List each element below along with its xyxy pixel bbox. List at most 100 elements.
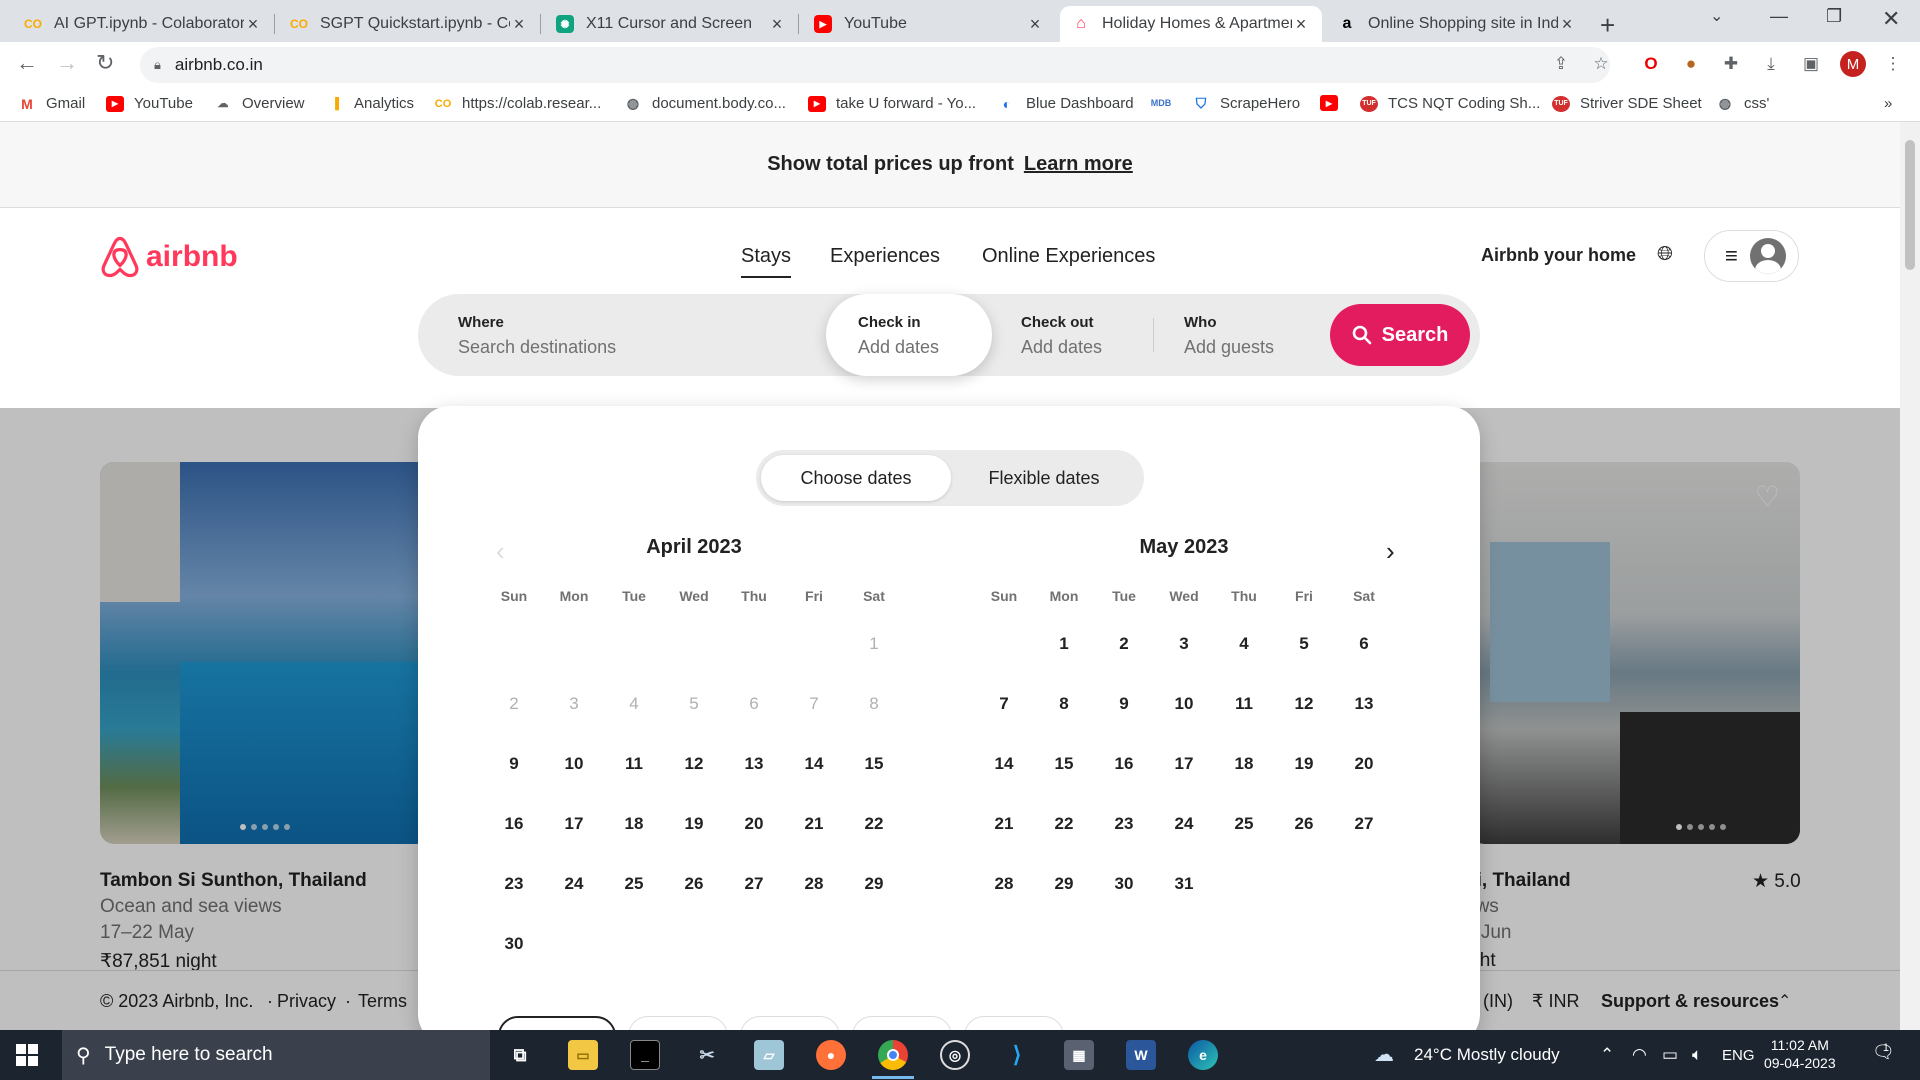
calendar-day[interactable]: 13 (724, 734, 784, 794)
kebab-menu-icon[interactable]: ⋮ (1880, 51, 1906, 77)
bookmark-take-u-forward[interactable]: ▶ take U forward - Yo... (808, 95, 976, 112)
calendar-day[interactable]: 13 (1334, 674, 1394, 734)
tab-colab-1[interactable]: CO AI GPT.ipynb - Colaboratory × (12, 6, 274, 42)
bookmark-youtube-2[interactable]: ▶ (1320, 95, 1348, 111)
airbnb-logo[interactable]: airbnb (100, 236, 238, 278)
calendar-day[interactable]: 10 (1154, 674, 1214, 734)
calendar-day[interactable]: 21 (974, 794, 1034, 854)
calendar-day[interactable]: 24 (544, 854, 604, 914)
calendar-day[interactable]: 17 (1154, 734, 1214, 794)
flexible-dates-tab[interactable]: Flexible dates (949, 455, 1139, 501)
calendar-day[interactable]: 23 (1094, 794, 1154, 854)
calendar-day[interactable]: 28 (784, 854, 844, 914)
profile-avatar[interactable]: M (1840, 51, 1866, 77)
globe-icon[interactable]: 🌐︎ (1657, 243, 1673, 266)
side-panel-icon[interactable]: ▣ (1798, 51, 1824, 77)
calendar-day[interactable]: 26 (1274, 794, 1334, 854)
calendar-day[interactable]: 9 (1094, 674, 1154, 734)
new-tab-icon[interactable]: + (1600, 10, 1615, 41)
calendar-day[interactable]: 16 (1094, 734, 1154, 794)
calendar-day[interactable]: 20 (1334, 734, 1394, 794)
tab-chatgpt[interactable]: ✺ X11 Cursor and Screen × (544, 6, 798, 42)
chevron-up-icon[interactable]: ⌃ (1600, 1045, 1614, 1065)
choose-dates-tab[interactable]: Choose dates (761, 455, 951, 501)
user-menu-button[interactable]: ≡ (1704, 230, 1799, 282)
bookmark-scrapehero[interactable]: ⛉ ScrapeHero (1192, 95, 1300, 112)
calendar-day[interactable]: 31 (1154, 854, 1214, 914)
tab-colab-2[interactable]: CO SGPT Quickstart.ipynb - Colaboratory … (278, 6, 540, 42)
calendar-day[interactable]: 9 (484, 734, 544, 794)
range-chip[interactable] (740, 1016, 840, 1030)
minimize-icon[interactable]: — (1770, 6, 1788, 27)
close-icon[interactable]: × (244, 14, 262, 35)
network-icon[interactable]: ◠ (1632, 1045, 1647, 1065)
nav-stays[interactable]: Stays (741, 245, 792, 278)
task-view-icon[interactable]: ⧉ (505, 1040, 535, 1070)
calendar-day[interactable]: 11 (604, 734, 664, 794)
calendar-day[interactable]: 25 (1214, 794, 1274, 854)
calendar-day[interactable]: 7 (974, 674, 1034, 734)
calendar-day[interactable]: 23 (484, 854, 544, 914)
calendar-day[interactable]: 1 (1034, 614, 1094, 674)
calendar-day[interactable]: 18 (604, 794, 664, 854)
calendar-day[interactable]: 27 (724, 854, 784, 914)
vscode-icon[interactable]: ⟩ (1002, 1040, 1032, 1070)
calculator-icon[interactable]: ▦ (1064, 1040, 1094, 1070)
bookmark-tcs-nqt[interactable]: TUF TCS NQT Coding Sh... (1360, 95, 1540, 112)
calendar-day[interactable]: 12 (664, 734, 724, 794)
calendar-day[interactable]: 16 (484, 794, 544, 854)
calendar-day[interactable]: 8 (1034, 674, 1094, 734)
close-icon[interactable]: × (1292, 14, 1310, 35)
address-bar[interactable]: 🔒︎ airbnb.co.in (140, 47, 1610, 83)
bookmark-css[interactable]: ◍ css' (1716, 95, 1769, 112)
calendar-day[interactable]: 10 (544, 734, 604, 794)
weather-text[interactable]: 24°C Mostly cloudy (1414, 1045, 1560, 1065)
notepad-icon[interactable]: ▱ (754, 1040, 784, 1070)
taskbar-search[interactable]: ⚲ Type here to search (62, 1030, 490, 1080)
download-icon[interactable]: ⤓ (1758, 51, 1784, 77)
firefox-icon[interactable]: ● (816, 1040, 846, 1070)
terminal-icon[interactable]: _ (630, 1040, 660, 1070)
bookmark-youtube[interactable]: ▶ YouTube (106, 95, 193, 112)
page-scrollbar[interactable] (1900, 122, 1920, 1030)
calendar-day[interactable]: 24 (1154, 794, 1214, 854)
tab-amazon[interactable]: a Online Shopping site in India × (1326, 6, 1588, 42)
battery-icon[interactable]: ▭ (1662, 1045, 1678, 1065)
weather-icon[interactable]: ☁ (1374, 1042, 1394, 1067)
chrome-icon[interactable] (872, 1040, 914, 1079)
calendar-day[interactable]: 19 (1274, 734, 1334, 794)
more-bookmarks-icon[interactable]: » (1884, 95, 1892, 112)
calendar-day[interactable]: 21 (784, 794, 844, 854)
share-icon[interactable]: ⇪ (1548, 51, 1574, 77)
calendar-day[interactable]: 22 (1034, 794, 1094, 854)
calendar-day[interactable]: 14 (784, 734, 844, 794)
back-icon[interactable]: ← (16, 50, 38, 76)
forward-icon[interactable]: → (56, 50, 78, 76)
learn-more-link[interactable]: Learn more (1024, 153, 1133, 176)
scroll-thumb[interactable] (1905, 140, 1915, 270)
calendar-day[interactable]: 19 (664, 794, 724, 854)
bookmark-overview[interactable]: ☁ Overview (214, 95, 305, 112)
calendar-day[interactable]: 28 (974, 854, 1034, 914)
check-out-field[interactable]: Check out Add dates (1021, 294, 1151, 376)
obs-icon[interactable]: ◎ (940, 1040, 970, 1070)
calendar-day[interactable]: 14 (974, 734, 1034, 794)
tab-search-icon[interactable]: ⌄ (1710, 6, 1723, 26)
calendar-day[interactable]: 22 (844, 794, 904, 854)
calendar-day[interactable]: 2 (1094, 614, 1154, 674)
snipping-icon[interactable]: ✂ (692, 1040, 722, 1070)
close-icon[interactable]: × (1558, 14, 1576, 35)
calendar-day[interactable]: 15 (844, 734, 904, 794)
search-button[interactable]: Search (1330, 304, 1470, 366)
range-chip[interactable] (628, 1016, 728, 1030)
calendar-day[interactable]: 15 (1034, 734, 1094, 794)
restore-icon[interactable]: ❐ (1826, 6, 1842, 27)
who-field[interactable]: Who Add guests (1184, 294, 1324, 376)
close-icon[interactable]: × (1026, 14, 1044, 35)
range-chip[interactable] (498, 1016, 616, 1030)
where-field[interactable]: Where Search destinations (458, 294, 818, 376)
nav-experiences[interactable]: Experiences (830, 245, 940, 268)
close-icon[interactable]: × (510, 14, 528, 35)
bookmark-star-icon[interactable]: ☆ (1588, 51, 1614, 77)
notification-icon[interactable]: 🗨︎1 (1872, 1042, 1895, 1063)
